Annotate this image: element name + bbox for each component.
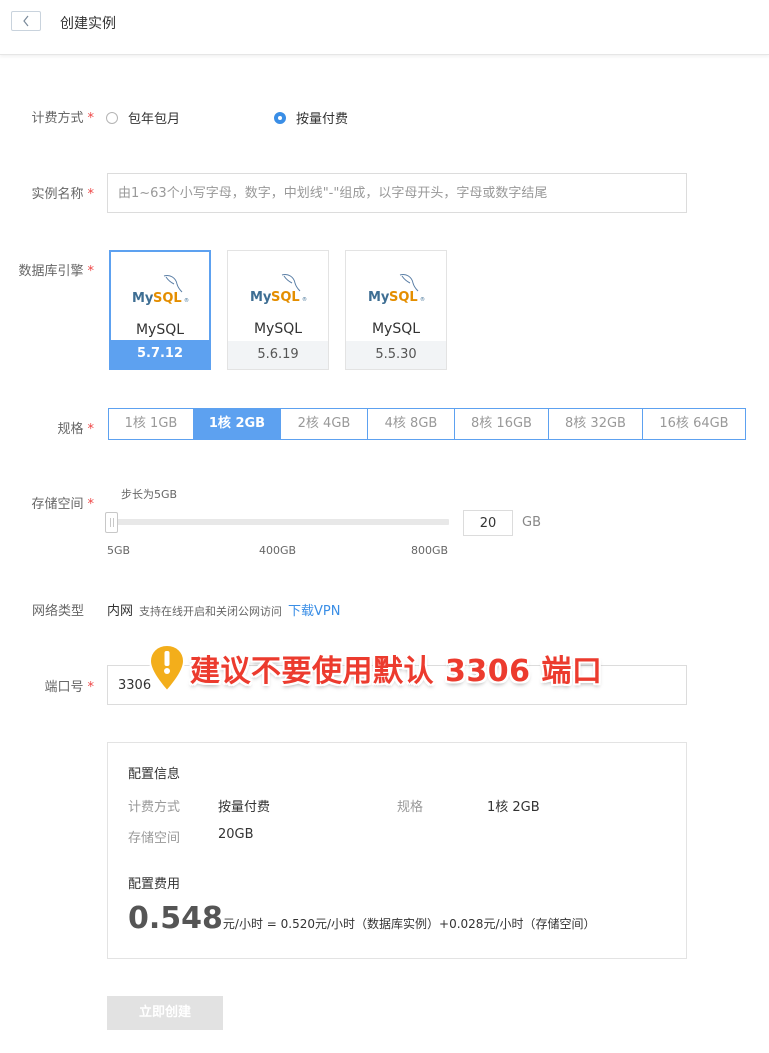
spec-option-8c32g[interactable]: 8核 32GB <box>549 408 643 440</box>
svg-text:®: ® <box>302 296 307 303</box>
price-value: 0.548 <box>128 901 223 936</box>
storage-unit: GB <box>522 515 541 530</box>
svg-text:SQL: SQL <box>271 290 300 305</box>
storage-value-input[interactable] <box>463 510 513 536</box>
spec-option-1c2g[interactable]: 1核 2GB <box>194 408 281 440</box>
exclamation-icon <box>148 643 186 693</box>
engine-name: MySQL <box>135 322 185 338</box>
back-button[interactable] <box>11 11 41 31</box>
instance-name-input[interactable] <box>107 173 687 213</box>
instance-name-label: 实例名称 * <box>31 187 94 202</box>
port-warning: 建议不要使用默认 3306 端口 <box>148 643 602 693</box>
config-info-title: 配置信息 <box>128 767 181 782</box>
port-warning-text: 建议不要使用默认 3306 端口 <box>190 654 603 689</box>
summary-billing-key: 计费方式 <box>128 800 181 815</box>
mysql-logo-icon: My SQL ® <box>111 272 209 312</box>
port-label: 端口号 * <box>44 680 94 695</box>
spec-option-2c4g[interactable]: 2核 4GB <box>281 408 368 440</box>
storage-tick-mid: 400GB <box>259 544 297 557</box>
price-detail: 元/小时 = 0.520元/小时（数据库实例）+0.028元/小时（存储空间） <box>222 917 596 931</box>
summary-storage-value: 20GB <box>218 827 254 842</box>
network-hint: 支持在线开启和关闭公网访问 <box>139 605 283 618</box>
engine-label: 数据库引擎 * <box>18 264 94 279</box>
engine-version: 5.7.12 <box>111 340 209 368</box>
engine-name: MySQL <box>371 321 421 337</box>
storage-label: 存储空间 * <box>31 497 94 512</box>
radio-icon <box>106 111 118 124</box>
storage-tick-max: 800GB <box>411 544 449 557</box>
spec-option-16c64g[interactable]: 16核 64GB <box>643 408 746 440</box>
summary-spec-value: 1核 2GB <box>487 800 540 815</box>
page-title: 创建实例 <box>60 16 116 32</box>
config-cost-title: 配置费用 <box>128 877 181 892</box>
svg-text:®: ® <box>184 297 189 304</box>
chevron-left-icon <box>23 15 29 27</box>
svg-text:My: My <box>368 290 390 305</box>
svg-text:My: My <box>132 291 154 306</box>
config-summary: 配置信息 计费方式 按量付费 规格 1核 2GB 存储空间 20GB 配置费用 … <box>107 742 687 959</box>
create-now-button[interactable]: 立即创建 <box>107 996 223 1030</box>
mysql-logo-icon: My SQL ® <box>346 271 446 311</box>
svg-text:My: My <box>250 290 272 305</box>
engine-card-5-6-19[interactable]: My SQL ® MySQL 5.6.19 <box>227 250 329 370</box>
network-value: 内网 <box>107 604 134 619</box>
engine-name: MySQL <box>253 321 303 337</box>
network-label: 网络类型 <box>31 604 84 619</box>
storage-slider-handle[interactable] <box>105 512 118 533</box>
top-bar: 创建实例 <box>0 0 769 55</box>
engine-version: 5.6.19 <box>228 341 328 369</box>
engine-version: 5.5.30 <box>346 341 446 369</box>
download-vpn-link[interactable]: 下载VPN <box>288 600 340 619</box>
summary-spec-key: 规格 <box>397 800 424 815</box>
storage-step-hint: 步长为5GB <box>121 488 178 501</box>
price-row: 0.548 元/小时 = 0.520元/小时（数据库实例）+0.028元/小时（… <box>128 901 595 936</box>
engine-card-5-5-30[interactable]: My SQL ® MySQL 5.5.30 <box>345 250 447 370</box>
storage-slider-track[interactable] <box>108 519 449 525</box>
svg-text:®: ® <box>420 296 425 303</box>
billing-radio-payg[interactable]: 按量付费 <box>274 108 348 127</box>
summary-storage-key: 存储空间 <box>128 831 181 846</box>
spec-selector: 1核 1GB 1核 2GB 2核 4GB 4核 8GB 8核 16GB 8核 3… <box>108 408 746 440</box>
spec-option-1c1g[interactable]: 1核 1GB <box>108 408 194 440</box>
radio-selected-icon <box>274 111 286 124</box>
svg-text:SQL: SQL <box>153 291 182 306</box>
svg-text:SQL: SQL <box>389 290 418 305</box>
summary-billing-value: 按量付费 <box>218 800 271 815</box>
engine-card-5-7-12[interactable]: My SQL ® MySQL 5.7.12 <box>109 250 211 370</box>
spec-label: 规格 * <box>57 422 94 437</box>
network-row: 内网 支持在线开启和关闭公网访问 下载VPN <box>107 600 340 619</box>
storage-tick-min: 5GB <box>107 544 131 557</box>
billing-radio-monthly[interactable]: 包年包月 <box>106 108 180 127</box>
billing-label: 计费方式 * <box>31 111 94 126</box>
mysql-logo-icon: My SQL ® <box>228 271 328 311</box>
spec-option-4c8g[interactable]: 4核 8GB <box>368 408 455 440</box>
spec-option-8c16g[interactable]: 8核 16GB <box>455 408 549 440</box>
